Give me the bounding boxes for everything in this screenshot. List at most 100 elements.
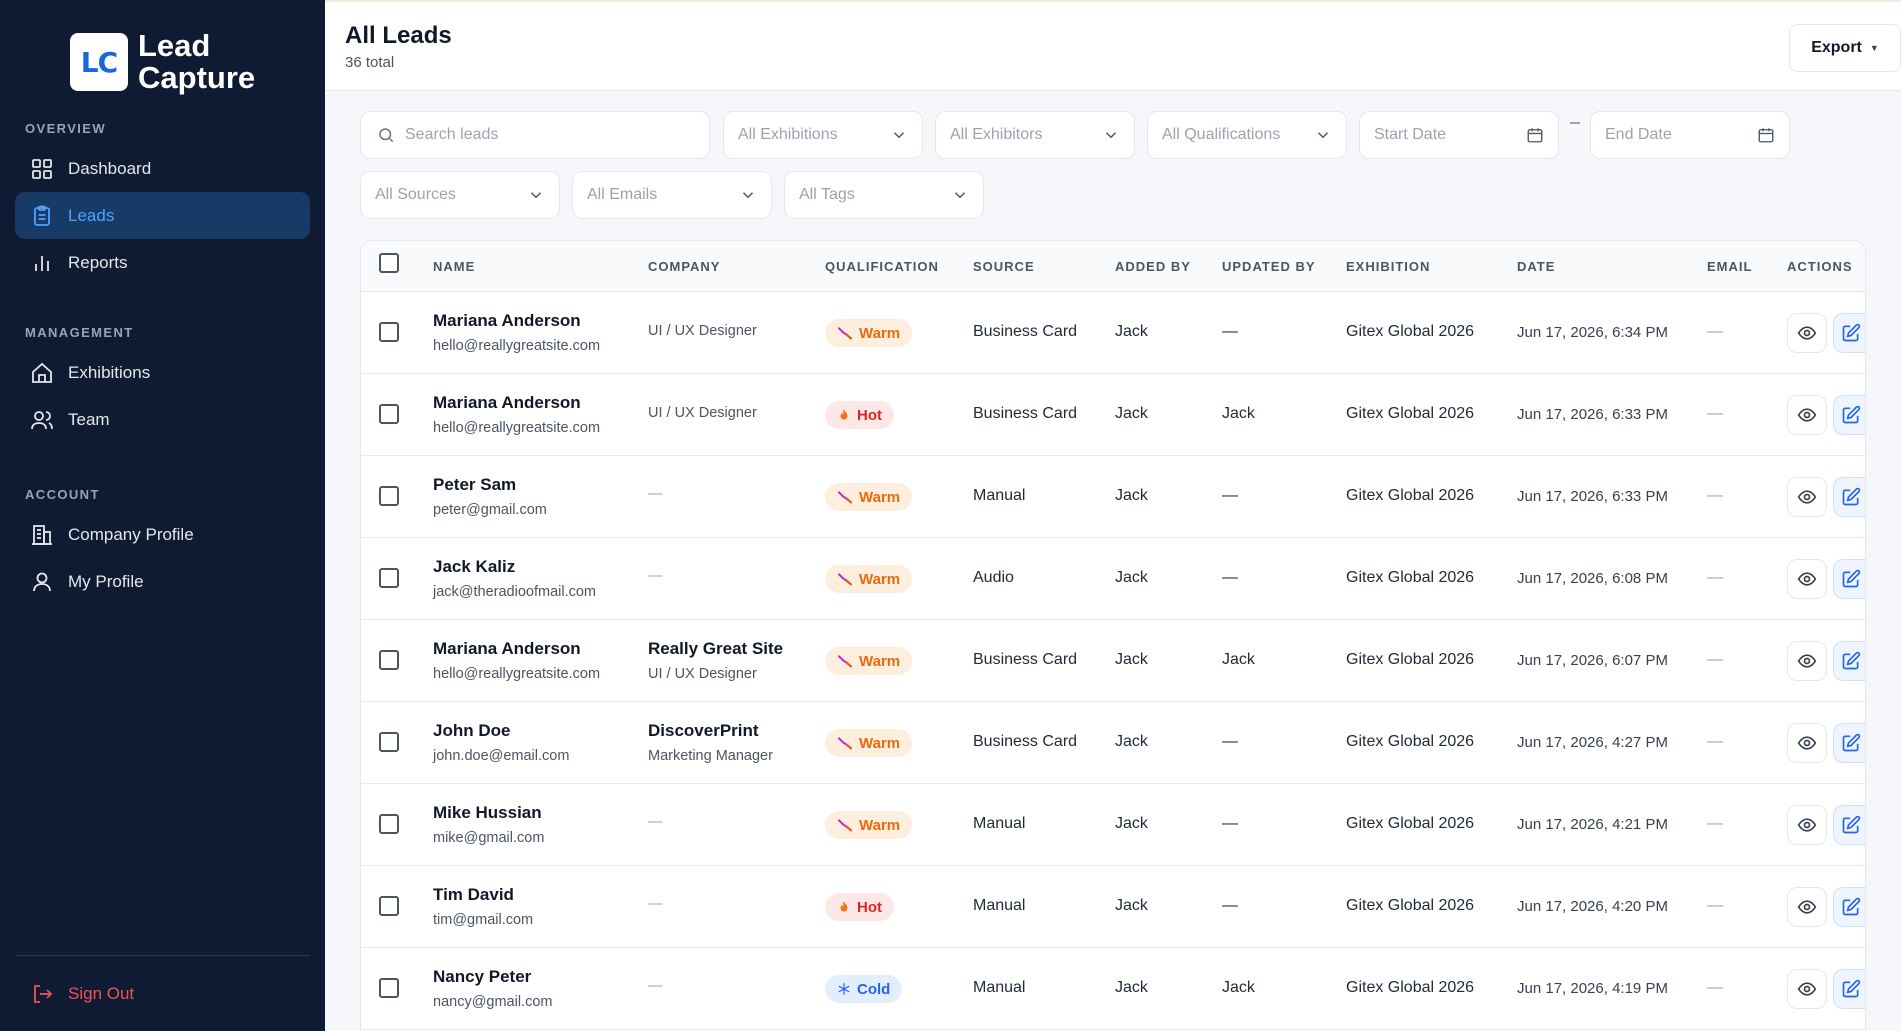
column-header-email[interactable]: EMAIL <box>1707 259 1752 274</box>
eye-icon <box>1797 408 1817 422</box>
lead-name[interactable]: Tim David <box>433 885 514 905</box>
start-date-input[interactable]: Start Date <box>1359 111 1559 159</box>
view-button[interactable] <box>1787 969 1827 1009</box>
row-checkbox[interactable] <box>379 322 399 342</box>
end-date-placeholder: End Date <box>1605 126 1672 143</box>
edit-icon <box>1842 405 1860 424</box>
lead-name[interactable]: John Doe <box>433 721 510 741</box>
column-header-added-by[interactable]: ADDED BY <box>1115 259 1191 274</box>
row-checkbox[interactable] <box>379 650 399 670</box>
row-checkbox[interactable] <box>379 978 399 998</box>
qualification-badge: Warm <box>825 565 913 593</box>
column-header-company[interactable]: COMPANY <box>648 259 720 274</box>
sign-out-button[interactable]: Sign Out <box>15 970 134 1017</box>
column-header-date[interactable]: DATE <box>1517 259 1555 274</box>
view-button[interactable] <box>1787 887 1827 927</box>
sources-select[interactable]: All Sources <box>360 171 560 219</box>
exhibitions-select[interactable]: All Exhibitions <box>723 111 923 159</box>
edit-icon <box>1842 897 1860 916</box>
emails-select-value: All Emails <box>587 186 658 203</box>
lead-name[interactable]: Mariana Anderson <box>433 639 581 659</box>
column-header-name[interactable]: NAME <box>433 259 475 274</box>
sidebar-item-team[interactable]: Team <box>15 396 310 443</box>
company-title: UI / UX Designer <box>648 323 757 339</box>
tags-select-value: All Tags <box>799 186 855 203</box>
column-header-source[interactable]: SOURCE <box>973 259 1035 274</box>
qualification-badge: Hot <box>825 401 894 429</box>
view-button[interactable] <box>1787 559 1827 599</box>
lead-name[interactable]: Jack Kaliz <box>433 557 515 577</box>
emails-select[interactable]: All Emails <box>572 171 772 219</box>
lead-date: Jun 17, 2026, 6:08 PM <box>1517 570 1668 587</box>
sidebar-item-label: Exhibitions <box>68 362 151 382</box>
exhibitors-select[interactable]: All Exhibitors <box>935 111 1135 159</box>
table-header: NAME COMPANY QUALIFICATION SOURCE ADDED … <box>361 241 1865 292</box>
row-checkbox[interactable] <box>379 404 399 424</box>
edit-button[interactable] <box>1833 887 1865 927</box>
edit-button[interactable] <box>1833 395 1865 435</box>
sidebar-item-reports[interactable]: Reports <box>15 239 310 286</box>
column-header-exhibition[interactable]: EXHIBITION <box>1346 259 1430 274</box>
eye-icon <box>1797 818 1817 832</box>
row-checkbox[interactable] <box>379 486 399 506</box>
row-checkbox[interactable] <box>379 814 399 834</box>
sidebar-item-exhibitions[interactable]: Exhibitions <box>15 349 310 396</box>
view-button[interactable] <box>1787 395 1827 435</box>
end-date-input[interactable]: End Date <box>1590 111 1790 159</box>
sidebar-item-company-profile[interactable]: Company Profile <box>15 511 310 558</box>
sidebar-item-leads[interactable]: Leads <box>15 192 310 239</box>
qualification-badge: Warm <box>825 483 913 511</box>
table-row[interactable]: Mike Hussian mike@gmail.com — Warm Manual Jac… <box>361 784 1865 866</box>
chevron-down-icon <box>1105 132 1117 139</box>
table-row[interactable]: Nancy Peter nancy@gmail.com — Cold Manual Jac… <box>361 948 1865 1030</box>
edit-button[interactable] <box>1833 313 1865 353</box>
sidebar-item-dashboard[interactable]: Dashboard <box>15 145 310 192</box>
brand[interactable]: LC Lead Capture <box>70 30 255 94</box>
lead-name[interactable]: Mariana Anderson <box>433 311 581 331</box>
row-checkbox[interactable] <box>379 568 399 588</box>
lead-source: Business Card <box>973 405 1078 422</box>
table-row[interactable]: Peter Sam peter@gmail.com — Warm Manual Jack —… <box>361 456 1865 538</box>
lead-source: Audio <box>973 569 1014 586</box>
row-checkbox[interactable] <box>379 896 399 916</box>
edit-button[interactable] <box>1833 723 1865 763</box>
chevron-down-icon <box>530 192 542 199</box>
lead-name[interactable]: Peter Sam <box>433 475 516 495</box>
sidebar-item-my-profile[interactable]: My Profile <box>15 558 310 605</box>
warm-icon <box>838 327 852 340</box>
view-button[interactable] <box>1787 313 1827 353</box>
qualifications-select-value: All Qualifications <box>1162 126 1281 143</box>
qualifications-select[interactable]: All Qualifications <box>1147 111 1347 159</box>
edit-button[interactable] <box>1833 477 1865 517</box>
eye-icon <box>1797 736 1817 750</box>
updated-by: — <box>1222 569 1238 586</box>
row-checkbox[interactable] <box>379 732 399 752</box>
sign-out-label: Sign Out <box>68 983 135 1003</box>
lead-name[interactable]: Nancy Peter <box>433 967 531 987</box>
table-row[interactable]: Mariana Anderson hello@reallygreatsite.co… <box>361 374 1865 456</box>
column-header-qualification[interactable]: QUALIFICATION <box>825 259 939 274</box>
tags-select[interactable]: All Tags <box>784 171 984 219</box>
edit-icon <box>1842 815 1860 834</box>
edit-button[interactable] <box>1833 805 1865 845</box>
edit-button[interactable] <box>1833 969 1865 1009</box>
table-row[interactable]: Jack Kaliz jack@theradioofmail.com — Warm Au… <box>361 538 1865 620</box>
edit-button[interactable] <box>1833 641 1865 681</box>
table-row[interactable]: John Doe john.doe@email.com DiscoverPrint M… <box>361 702 1865 784</box>
lead-name[interactable]: Mike Hussian <box>433 803 542 823</box>
added-by: Jack <box>1115 979 1148 996</box>
select-all-checkbox[interactable] <box>379 253 399 273</box>
updated-by: Jack <box>1222 405 1255 422</box>
export-button[interactable]: Export ▼ <box>1789 24 1901 72</box>
search-input[interactable]: Search leads <box>360 111 710 159</box>
table-row[interactable]: Mariana Anderson hello@reallygreatsite.co… <box>361 292 1865 374</box>
column-header-updated-by[interactable]: UPDATED BY <box>1222 259 1316 274</box>
view-button[interactable] <box>1787 477 1827 517</box>
lead-name[interactable]: Mariana Anderson <box>433 393 581 413</box>
view-button[interactable] <box>1787 805 1827 845</box>
view-button[interactable] <box>1787 641 1827 681</box>
view-button[interactable] <box>1787 723 1827 763</box>
edit-button[interactable] <box>1833 559 1865 599</box>
table-row[interactable]: Tim David tim@gmail.com — Hot Manual Jack — Git… <box>361 866 1865 948</box>
table-row[interactable]: Mariana Anderson hello@reallygreatsite.co… <box>361 620 1865 702</box>
